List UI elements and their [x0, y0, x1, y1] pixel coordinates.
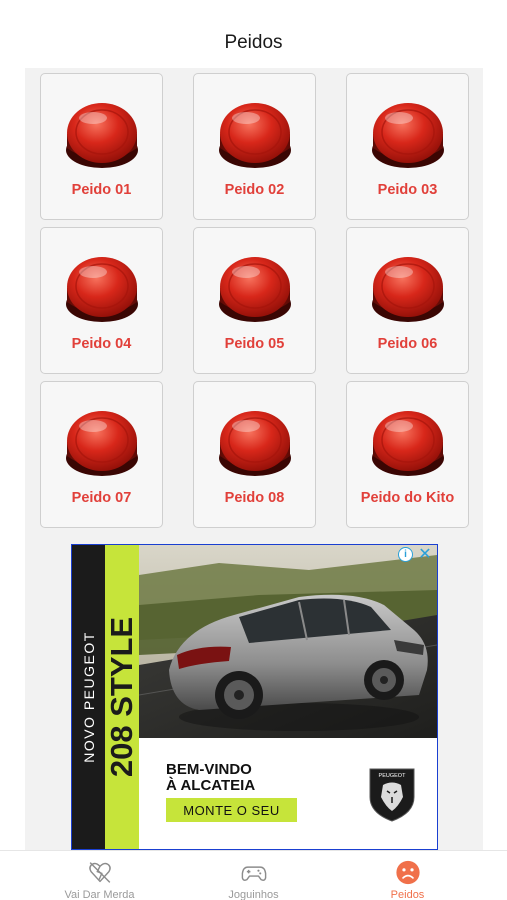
sound-tile-peido-05[interactable]: Peido 05: [193, 227, 316, 374]
sound-tile-peido-02[interactable]: Peido 02: [193, 73, 316, 220]
content-area: Peido 01 Peido 02 Peido 03 Peido 04 Peid…: [25, 68, 483, 850]
peugeot-logo-icon: PEUGEOT: [369, 768, 415, 822]
red-button-icon: [63, 250, 141, 328]
ad-welcome-text: BEM-VINDO À ALCATEIA: [166, 762, 255, 794]
ad-welcome-line2: À ALCATEIA: [166, 777, 256, 794]
sound-tile-peido-03[interactable]: Peido 03: [346, 73, 469, 220]
ad-side-strip: NOVO PEUGEOT 208 STYLE: [72, 545, 139, 849]
tab-label: Joguinhos: [228, 889, 279, 900]
ad-car-photo: [139, 545, 437, 738]
tab-peidos[interactable]: Peidos: [323, 851, 492, 900]
red-button-icon: [369, 250, 447, 328]
sound-label: Peido 05: [224, 336, 285, 352]
red-button-icon: [63, 404, 141, 482]
ad-close-icon[interactable]: ✕: [416, 545, 434, 563]
red-button-icon: [369, 404, 447, 482]
sound-label: Peido 06: [377, 336, 438, 352]
ad-side-small-text: NOVO PEUGEOT: [81, 631, 97, 763]
gamepad-icon: [241, 866, 266, 881]
red-button-icon: [369, 96, 447, 174]
sound-label: Peido do Kito: [360, 490, 455, 506]
sound-tile-peido-01[interactable]: Peido 01: [40, 73, 163, 220]
red-button-icon: [63, 96, 141, 174]
sound-tile-peido-07[interactable]: Peido 07: [40, 381, 163, 528]
ad-info-icon[interactable]: i: [398, 547, 413, 562]
ad-side-big-text: 208 STYLE: [104, 616, 139, 778]
sound-tile-peido-04[interactable]: Peido 04: [40, 227, 163, 374]
broken-heart-icon: [88, 862, 111, 883]
sound-tile-peido-08[interactable]: Peido 08: [193, 381, 316, 528]
sound-tile-peido-06[interactable]: Peido 06: [346, 227, 469, 374]
ad-cta-button[interactable]: MONTE O SEU: [166, 798, 297, 822]
red-button-icon: [216, 404, 294, 482]
sound-label: Peido 04: [71, 336, 132, 352]
sound-label: Peido 08: [224, 490, 285, 506]
sound-label: Peido 03: [377, 182, 438, 198]
tab-joguinhos[interactable]: Joguinhos: [169, 851, 338, 900]
red-button-icon: [216, 96, 294, 174]
app-screen: Peidos Peido 01 Peido 02 Peido 03 Peido …: [0, 0, 507, 900]
sound-tile-peido-do-kito[interactable]: Peido do Kito: [346, 381, 469, 528]
red-button-icon: [216, 250, 294, 328]
ad-bottom-panel: BEM-VINDO À ALCATEIA MONTE O SEU PEUGEOT: [139, 738, 437, 849]
sad-face-icon: [395, 860, 420, 885]
ad-banner[interactable]: NOVO PEUGEOT 208 STYLE BEM-VINDO À ALCAT…: [71, 544, 438, 850]
tab-label: Vai Dar Merda: [64, 889, 135, 900]
tab-bar: Vai Dar Merda Joguinhos Peidos: [0, 850, 507, 900]
ad-welcome-line1: BEM-VINDO: [166, 761, 252, 778]
svg-text:PEUGEOT: PEUGEOT: [379, 773, 407, 779]
sound-label: Peido 01: [71, 182, 132, 198]
tab-vai-dar-merda[interactable]: Vai Dar Merda: [15, 851, 184, 900]
sound-label: Peido 02: [224, 182, 285, 198]
nav-header: Peidos: [0, 0, 507, 68]
page-title: Peidos: [224, 32, 283, 53]
tab-label: Peidos: [390, 889, 425, 900]
sound-label: Peido 07: [71, 490, 132, 506]
